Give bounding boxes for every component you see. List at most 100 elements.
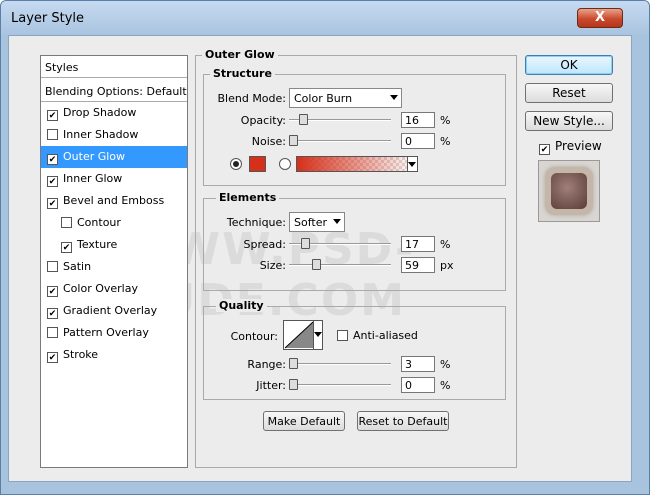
style-item-drop-shadow[interactable]: Drop Shadow <box>41 102 187 124</box>
style-item-label: Pattern Overlay <box>63 326 149 339</box>
preview-swatch <box>551 173 587 209</box>
style-item-pattern-overlay[interactable]: Pattern Overlay <box>41 322 187 344</box>
gradient-dropdown[interactable] <box>407 157 417 171</box>
noise-label: Noise: <box>251 135 286 148</box>
jitter-input[interactable]: 0 <box>401 377 435 393</box>
gradient-radio[interactable] <box>279 158 291 170</box>
close-button[interactable]: X <box>577 8 623 28</box>
new-style-button[interactable]: New Style... <box>525 111 613 131</box>
style-item-label: Texture <box>77 238 118 251</box>
checkbox-icon[interactable] <box>47 154 58 165</box>
checkbox-icon[interactable] <box>47 327 58 338</box>
slider-thumb[interactable] <box>299 114 308 125</box>
noise-slider[interactable] <box>289 135 391 147</box>
layer-style-dialog: Layer Style X WWW.PSD-DUDE.COM Styles Bl… <box>0 0 650 495</box>
slider-thumb[interactable] <box>289 135 298 146</box>
reset-to-default-button[interactable]: Reset to Default <box>357 411 449 431</box>
checkbox-icon[interactable] <box>61 217 72 228</box>
dialog-body: WWW.PSD-DUDE.COM Styles Blending Options… <box>8 35 632 482</box>
solid-color-radio[interactable] <box>230 158 242 170</box>
style-item-label: Bevel and Emboss <box>63 194 165 207</box>
preview-checkbox[interactable]: Preview <box>539 139 602 155</box>
technique-label: Technique: <box>226 216 286 229</box>
style-item-label: Drop Shadow <box>63 106 137 119</box>
technique-select[interactable]: Softer <box>289 212 345 232</box>
style-item-outer-glow[interactable]: Outer Glow <box>41 146 187 168</box>
spread-input[interactable]: 17 <box>401 236 435 252</box>
opacity-unit: % <box>440 114 451 127</box>
blend-mode-select[interactable]: Color Burn <box>289 88 402 108</box>
style-item-bevel-and-emboss[interactable]: Bevel and Emboss <box>41 190 187 212</box>
reset-button[interactable]: Reset <box>525 83 613 103</box>
slider-track <box>289 384 391 386</box>
checkbox-icon[interactable] <box>47 352 58 363</box>
style-item-contour[interactable]: Contour <box>41 212 187 234</box>
checkbox-icon[interactable] <box>47 308 58 319</box>
make-default-button[interactable]: Make Default <box>263 411 345 431</box>
checkbox-icon[interactable] <box>47 261 58 272</box>
jitter-slider[interactable] <box>289 379 391 391</box>
size-unit: px <box>440 259 454 272</box>
opacity-slider[interactable] <box>289 114 391 126</box>
title-bar[interactable]: Layer Style X <box>1 1 649 35</box>
noise-input[interactable]: 0 <box>401 133 435 149</box>
gradient-picker[interactable] <box>296 156 418 172</box>
style-item-inner-glow[interactable]: Inner Glow <box>41 168 187 190</box>
style-item-color-overlay[interactable]: Color Overlay <box>41 278 187 300</box>
styles-list: Styles Blending Options: Default Drop Sh… <box>40 55 188 468</box>
style-item-satin[interactable]: Satin <box>41 256 187 278</box>
preview-frame <box>545 167 593 215</box>
range-slider[interactable] <box>289 358 391 370</box>
blending-options-item[interactable]: Blending Options: Default <box>41 80 187 102</box>
chevron-down-icon <box>314 332 322 337</box>
style-item-label: Stroke <box>63 348 99 361</box>
jitter-label: Jitter: <box>256 379 286 392</box>
contour-picker[interactable] <box>283 320 323 350</box>
style-item-label: Satin <box>63 260 92 273</box>
contour-dropdown[interactable] <box>313 321 322 349</box>
style-item-stroke[interactable]: Stroke <box>41 344 187 366</box>
blend-mode-label: Blend Mode: <box>217 92 287 105</box>
opacity-input[interactable]: 16 <box>401 112 435 128</box>
chevron-down-icon <box>333 219 341 224</box>
window-title: Layer Style <box>11 11 85 26</box>
style-item-label: Gradient Overlay <box>63 304 158 317</box>
style-item-label: Outer Glow <box>63 150 126 163</box>
preview-label: Preview <box>555 139 602 153</box>
size-slider[interactable] <box>289 259 391 271</box>
styles-header[interactable]: Styles <box>41 56 187 78</box>
slider-track <box>289 264 391 266</box>
slider-thumb[interactable] <box>289 358 298 369</box>
range-input[interactable]: 3 <box>401 356 435 372</box>
contour-label: Contour: <box>230 330 278 343</box>
spread-label: Spread: <box>243 238 286 251</box>
style-item-texture[interactable]: Texture <box>41 234 187 256</box>
range-unit: % <box>440 358 451 371</box>
checkbox-icon <box>539 144 550 155</box>
checkbox-icon[interactable] <box>47 286 58 297</box>
glow-color-swatch[interactable] <box>249 156 266 172</box>
checkbox-icon <box>337 330 348 341</box>
quality-title: Quality <box>216 299 267 312</box>
ok-button[interactable]: OK <box>525 55 613 75</box>
style-item-gradient-overlay[interactable]: Gradient Overlay <box>41 300 187 322</box>
spread-slider[interactable] <box>289 238 391 250</box>
checkbox-icon[interactable] <box>47 176 58 187</box>
anti-aliased-checkbox[interactable]: Anti-aliased <box>337 329 418 342</box>
slider-track <box>289 140 391 142</box>
size-label: Size: <box>259 259 286 272</box>
checkbox-icon[interactable] <box>47 198 58 209</box>
size-input[interactable]: 59 <box>401 257 435 273</box>
structure-title: Structure <box>210 67 275 80</box>
contour-preview-icon <box>284 321 314 349</box>
checkbox-icon[interactable] <box>47 129 58 140</box>
checkbox-icon[interactable] <box>47 110 58 121</box>
style-item-inner-shadow[interactable]: Inner Shadow <box>41 124 187 146</box>
blend-mode-value: Color Burn <box>294 92 353 105</box>
slider-thumb[interactable] <box>312 259 321 270</box>
style-preview <box>538 160 600 222</box>
slider-thumb[interactable] <box>289 379 298 390</box>
checkbox-icon[interactable] <box>61 242 72 253</box>
style-item-label: Inner Shadow <box>63 128 139 141</box>
slider-thumb[interactable] <box>301 238 310 249</box>
